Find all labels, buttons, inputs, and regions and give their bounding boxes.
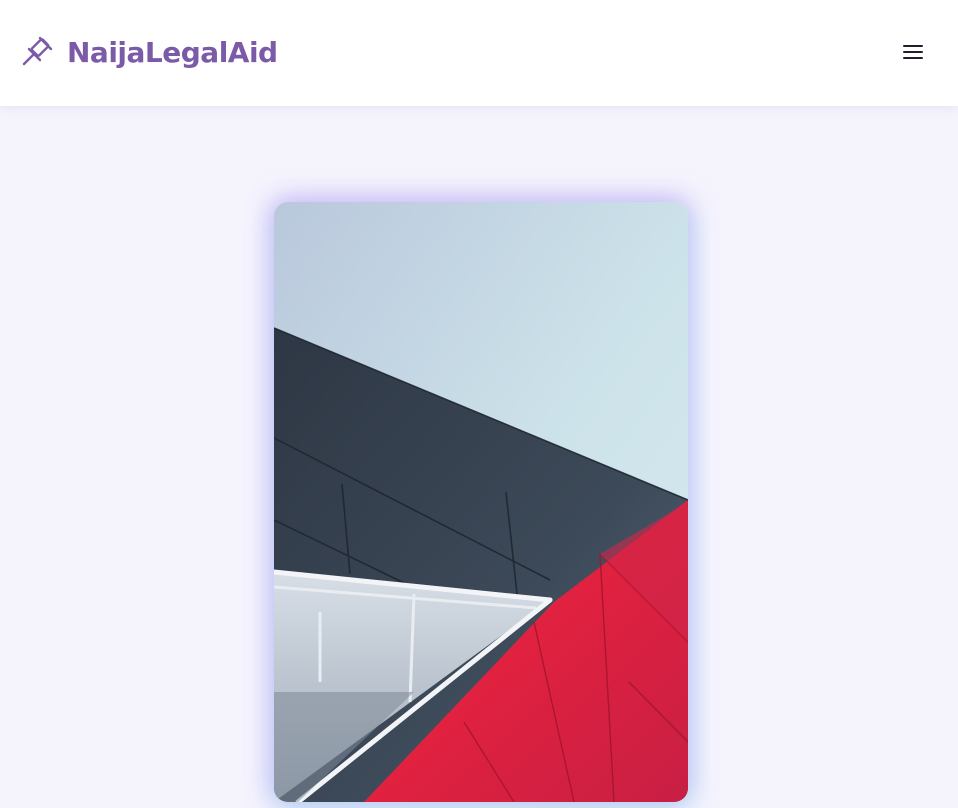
- hero-image-card: [274, 202, 688, 802]
- brand-name: NaijaLegalAid: [67, 35, 278, 69]
- gavel-icon: [22, 36, 53, 66]
- hamburger-menu-icon: [903, 45, 923, 59]
- site-header: NaijaLegalAid: [0, 0, 958, 106]
- brand-logo-link[interactable]: NaijaLegalAid: [21, 33, 278, 71]
- menu-button[interactable]: [896, 36, 930, 68]
- abstract-architecture-red-panels-image: [274, 202, 688, 802]
